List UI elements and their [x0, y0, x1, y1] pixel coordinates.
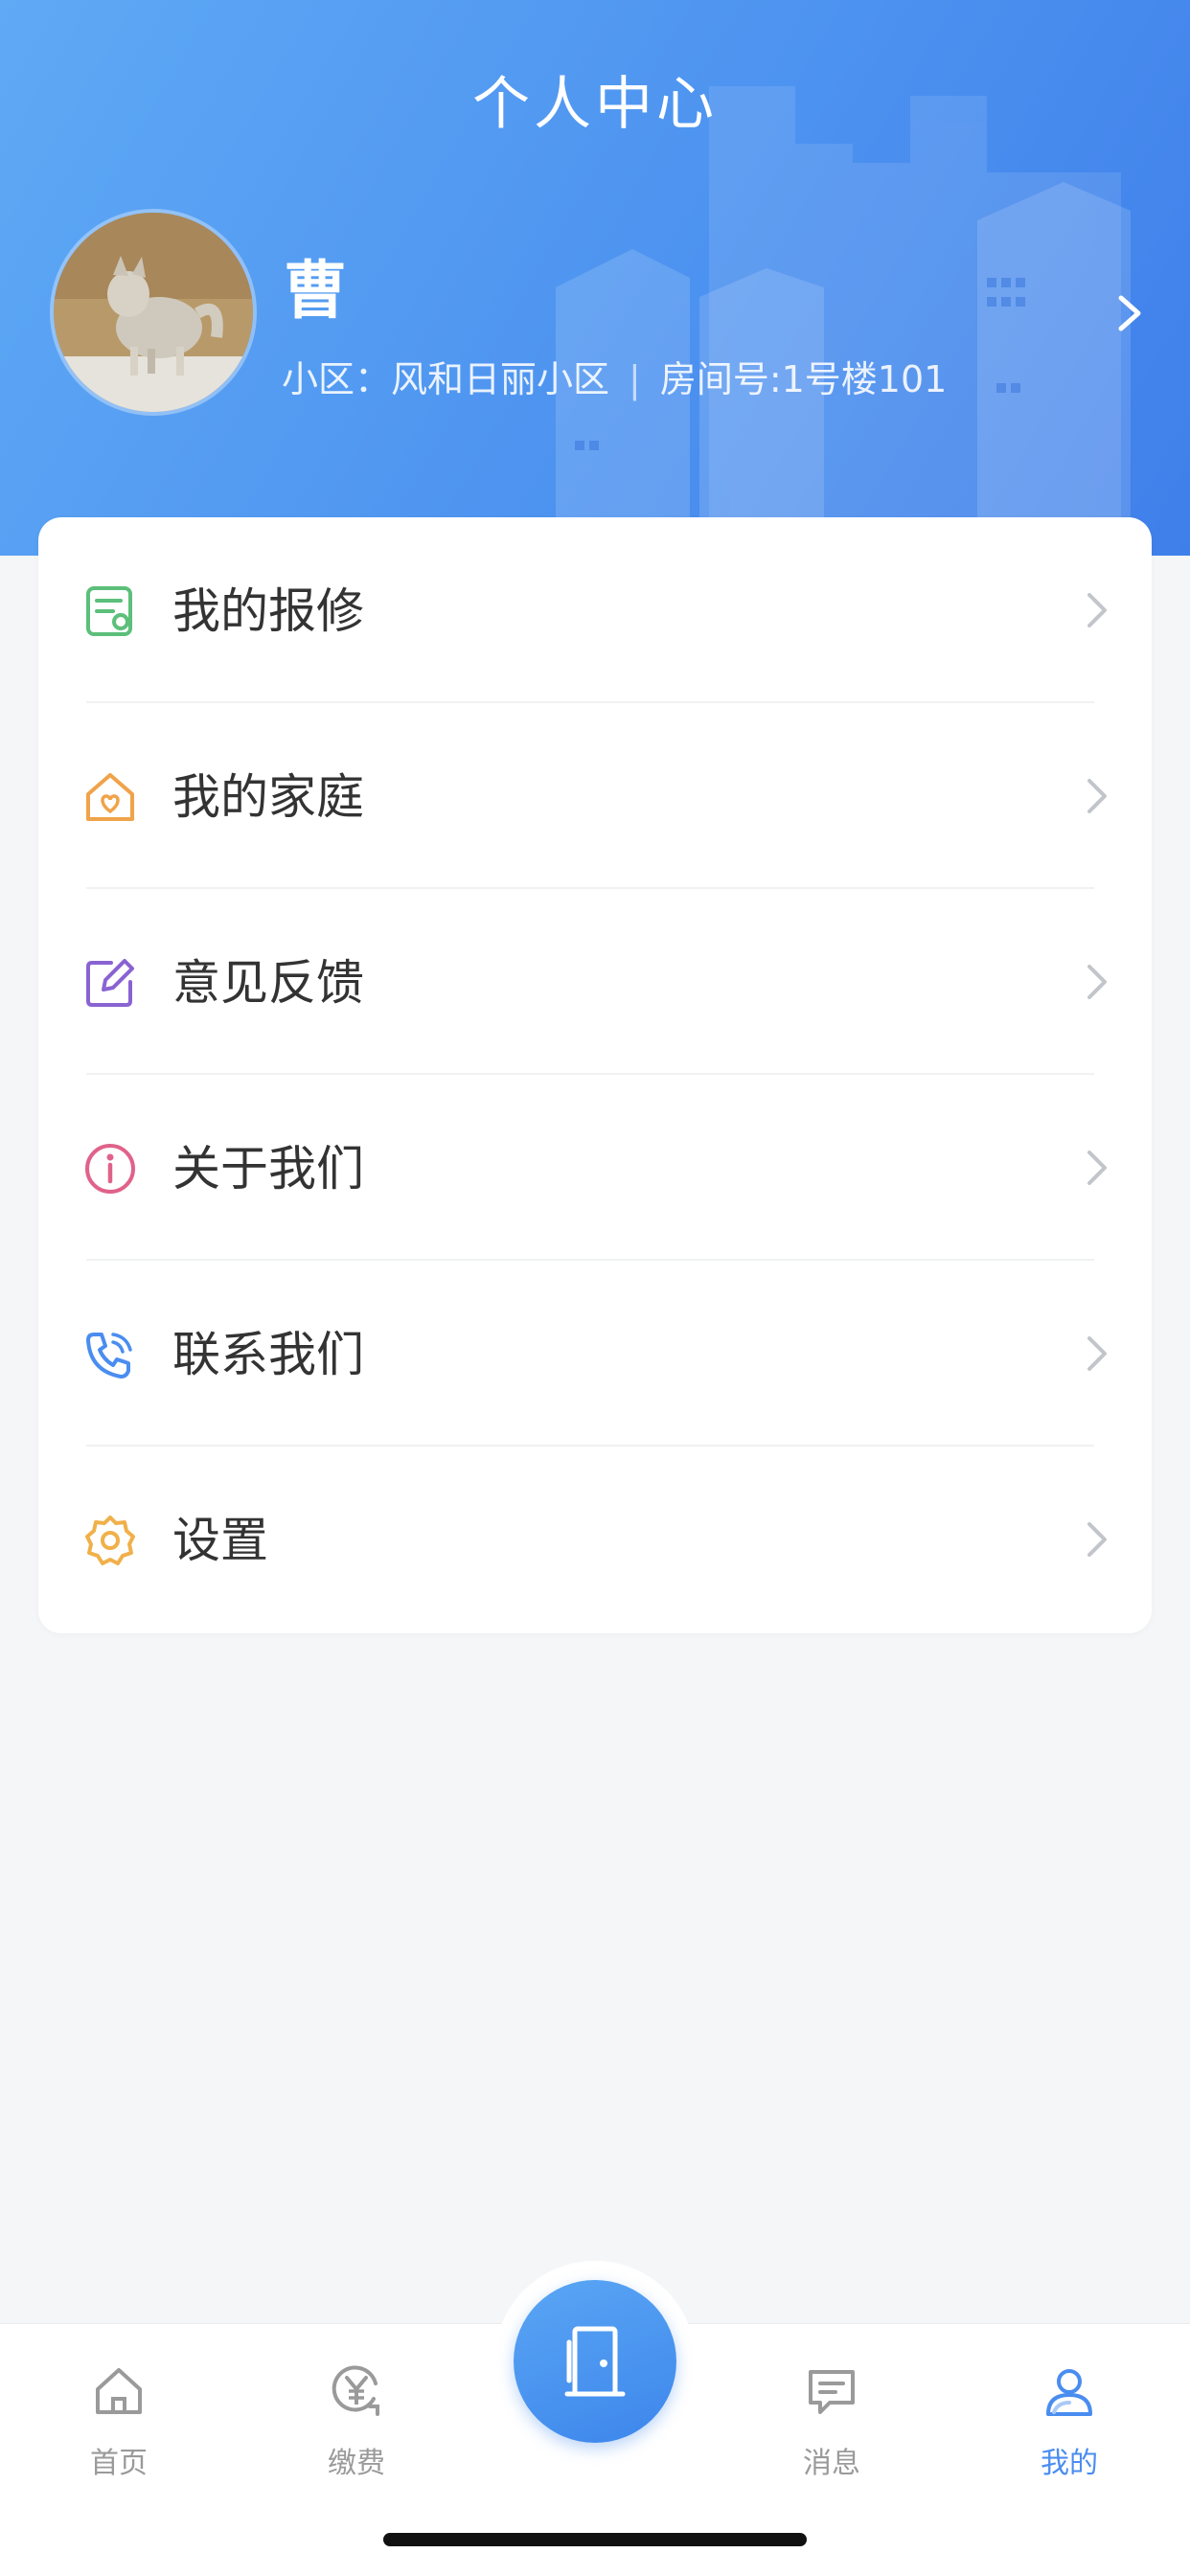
tab-label: 缴费 [328, 2447, 385, 2480]
menu-item-my-repairs[interactable]: 我的报修 [38, 517, 1152, 703]
door-icon [564, 2326, 626, 2397]
tab-label: 我的 [1041, 2447, 1098, 2480]
menu-card: 我的报修 我的家庭 意见反馈 关于我们 联系我们 设置 [38, 517, 1152, 1633]
menu-item-label: 关于我们 [172, 1141, 364, 1197]
yen-pay-icon [332, 2365, 379, 2416]
menu-item-label: 我的报修 [172, 583, 364, 639]
menu-item-contact-us[interactable]: 联系我们 [38, 1261, 1152, 1447]
tab-label: 消息 [803, 2447, 860, 2480]
menu-item-label: 设置 [172, 1513, 268, 1568]
edit-feedback-icon [86, 959, 134, 1007]
profile-header: 个人中心 曹 小区：风和日丽小区 | 房间号:1号楼101 [0, 0, 1190, 556]
tab-payment[interactable]: 缴费 [280, 2343, 433, 2480]
avatar[interactable] [50, 209, 257, 416]
user-info: 小区：风和日丽小区 | 房间号:1号楼101 [282, 350, 947, 402]
menu-item-label: 联系我们 [172, 1327, 364, 1382]
phone-icon [86, 1333, 132, 1379]
home-heart-icon [86, 773, 134, 821]
tab-label: 首页 [90, 2447, 148, 2480]
chevron-right-icon [1087, 1151, 1107, 1185]
menu-item-feedback[interactable]: 意见反馈 [38, 889, 1152, 1075]
menu-item-label: 意见反馈 [172, 955, 364, 1011]
chevron-right-icon [1087, 1336, 1107, 1371]
page-title: 个人中心 [472, 71, 718, 138]
chevron-right-icon[interactable] [1113, 292, 1148, 334]
menu-item-label: 我的家庭 [172, 769, 364, 825]
home-icon [96, 2368, 142, 2414]
message-icon [809, 2370, 855, 2414]
tab-messages[interactable]: 消息 [755, 2343, 908, 2480]
tab-home[interactable]: 首页 [42, 2343, 195, 2480]
menu-item-my-family[interactable]: 我的家庭 [38, 703, 1152, 889]
chevron-right-icon [1087, 779, 1107, 813]
tab-mine[interactable]: 我的 [993, 2343, 1146, 2480]
menu-item-settings[interactable]: 设置 [38, 1447, 1152, 1632]
chevron-right-icon [1087, 1522, 1107, 1557]
info-circle-icon [85, 1144, 135, 1194]
repair-list-icon [86, 586, 132, 636]
chevron-right-icon [1087, 965, 1107, 999]
chevron-right-icon [1087, 593, 1107, 627]
dog-avatar-image [54, 213, 253, 412]
user-name: 曹 [284, 254, 347, 328]
menu-item-about-us[interactable]: 关于我们 [38, 1075, 1152, 1261]
user-icon [1046, 2369, 1092, 2416]
home-indicator [383, 2533, 807, 2546]
center-button-wrap [494, 2261, 696, 2462]
community-label: 小区：风和日丽小区 [282, 358, 610, 400]
room-label: 房间号:1号楼101 [659, 358, 948, 400]
open-door-button[interactable] [514, 2280, 676, 2443]
info-separator: | [629, 358, 641, 400]
gear-icon [85, 1516, 135, 1565]
